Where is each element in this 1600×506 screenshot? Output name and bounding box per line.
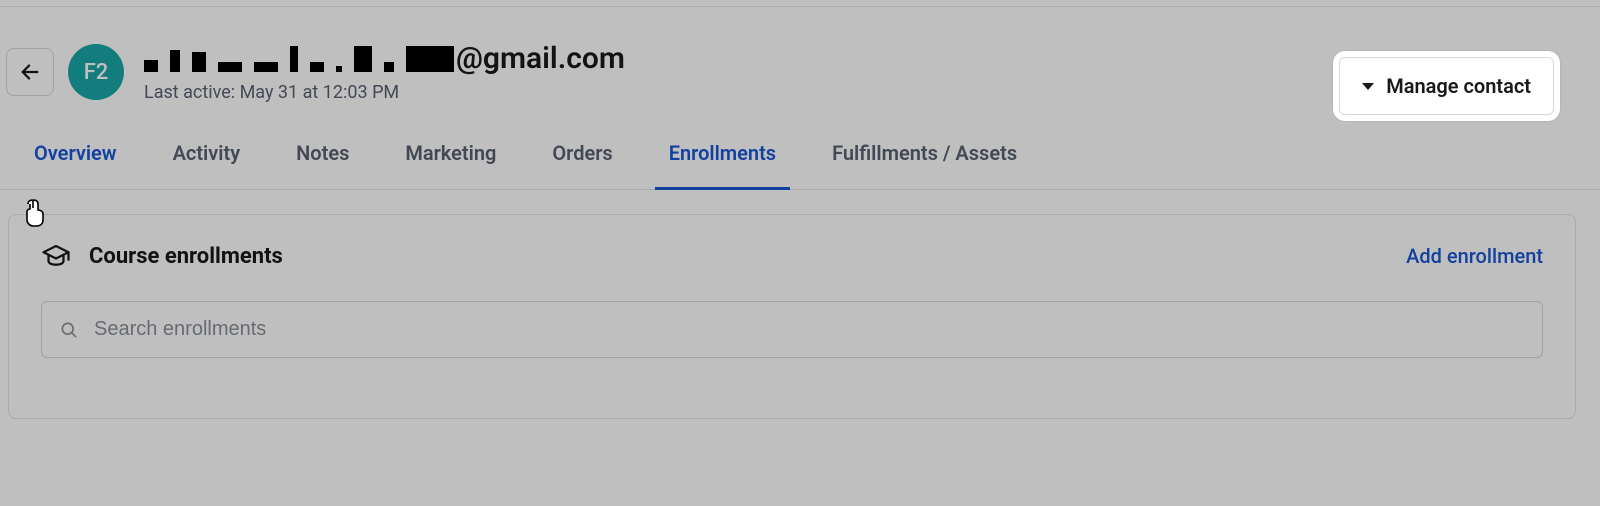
add-enrollment-link[interactable]: Add enrollment — [1406, 244, 1543, 268]
arrow-left-icon — [19, 61, 41, 83]
search-wrapper — [41, 301, 1543, 358]
search-input[interactable] — [41, 301, 1543, 358]
search-icon — [59, 320, 79, 340]
enrollments-panel: Course enrollments Add enrollment — [8, 214, 1576, 419]
tab-marketing[interactable]: Marketing — [405, 127, 496, 189]
manage-contact-button[interactable]: Manage contact — [1339, 57, 1554, 115]
title-block: @gmail.com Last active: May 31 at 12:03 … — [144, 41, 625, 103]
tab-enrollments[interactable]: Enrollments — [669, 127, 776, 189]
contact-email: @gmail.com — [144, 41, 625, 76]
panel-header: Course enrollments Add enrollment — [41, 241, 1543, 271]
tab-fulfillments[interactable]: Fulfillments / Assets — [832, 127, 1017, 189]
redacted-text — [144, 46, 454, 72]
tab-bar: Overview Activity Notes Marketing Orders… — [0, 127, 1600, 190]
back-button[interactable] — [6, 48, 54, 96]
manage-contact-label: Manage contact — [1386, 74, 1531, 98]
graduation-cap-icon — [41, 241, 71, 271]
tab-notes[interactable]: Notes — [296, 127, 349, 189]
last-active: Last active: May 31 at 12:03 PM — [144, 82, 625, 103]
panel-title-text: Course enrollments — [89, 244, 283, 269]
caret-down-icon — [1362, 83, 1374, 90]
header: F2 @gmail.com Last active: M — [0, 7, 1600, 127]
tab-overview[interactable]: Overview — [34, 127, 117, 189]
tab-activity[interactable]: Activity — [173, 127, 241, 189]
avatar: F2 — [68, 44, 124, 100]
panel-title: Course enrollments — [41, 241, 283, 271]
email-suffix: @gmail.com — [456, 41, 625, 76]
manage-contact-wrapper: Manage contact — [1339, 57, 1554, 115]
contact-page: F2 @gmail.com Last active: M — [0, 0, 1600, 506]
tab-orders[interactable]: Orders — [552, 127, 612, 189]
